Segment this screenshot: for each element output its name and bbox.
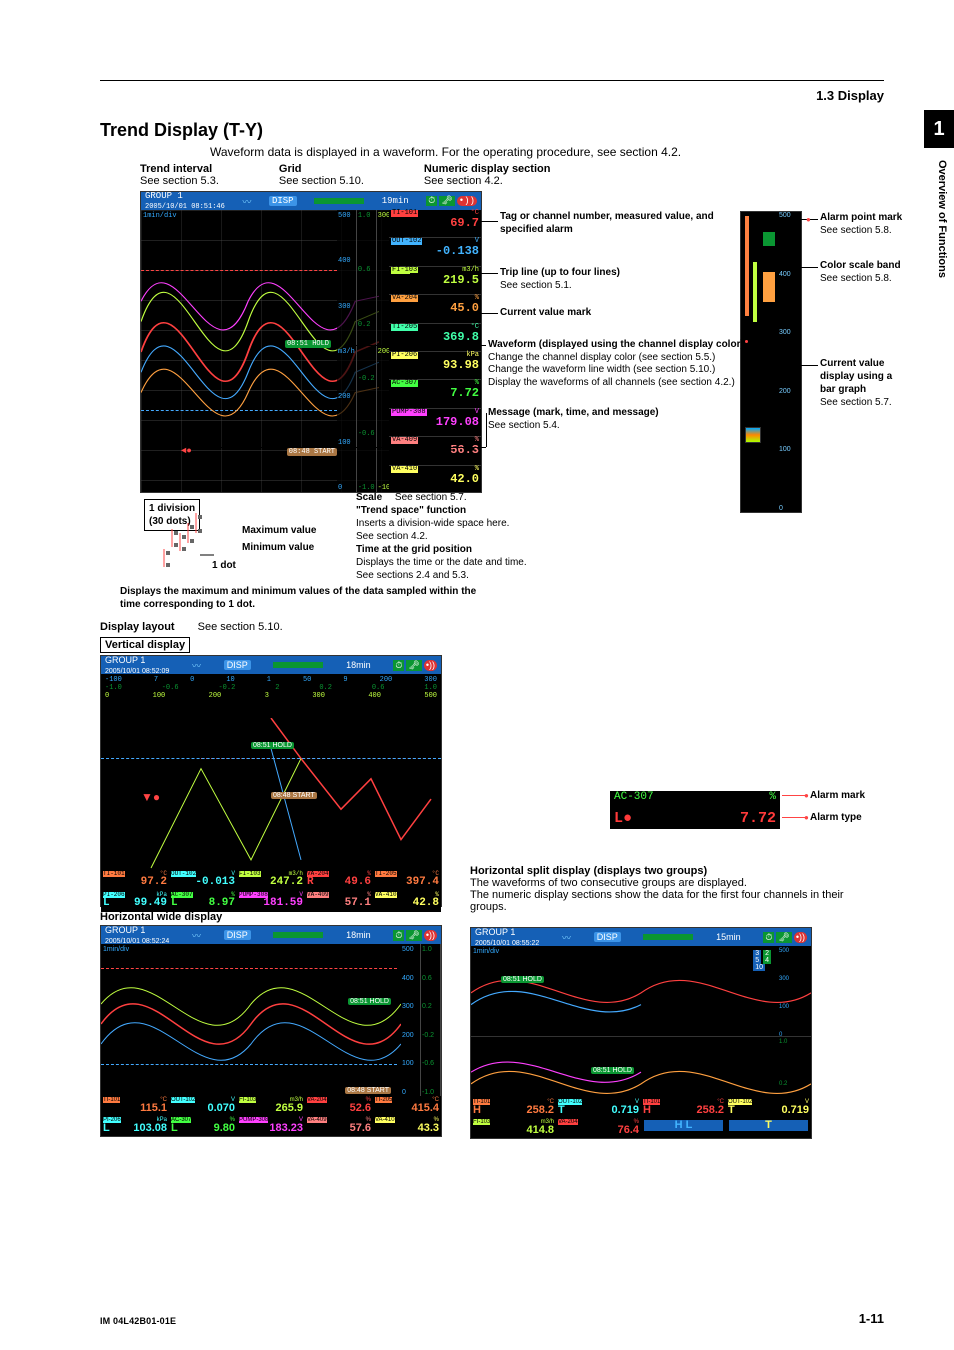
top-rule (100, 80, 884, 81)
chapter-tab: 1 (924, 110, 954, 148)
figure-main: GROUP 12005/10/01 08:51:46 〰 DISP 19min … (100, 191, 904, 611)
rec-icon: •)) (457, 196, 477, 206)
alarm-type-label: Alarm type (810, 811, 862, 824)
numeric-panel: TI-101°C69.7OUT-102V-0.138FI-103m3/h219.… (389, 210, 481, 493)
key-icon: 🗝 (439, 196, 454, 206)
callout-color-band: Color scale bandSee section 5.8. (820, 259, 901, 285)
screen-titlebar: GROUP 12005/10/01 08:51:46 〰 DISP 19min … (141, 192, 481, 210)
callout-alm-point: Alarm point markSee section 5.8. (820, 211, 902, 237)
callout-max: Maximum value (242, 524, 316, 537)
alarm-block: AC-307% L● 7.72 (610, 791, 780, 829)
callout-tag: Tag or channel number, measured value, a… (500, 211, 730, 236)
grid-ref: See section 5.10. (279, 175, 364, 187)
footer-code: IM 04L42B01-01E (100, 1316, 176, 1326)
callout-min: Minimum value (242, 541, 314, 554)
callout-trip: Trip line (up to four lines)See section … (500, 267, 620, 292)
column-labels: Trend interval See section 5.3. Grid See… (140, 163, 904, 187)
vertical-display-screen: GROUP 12005/10/01 08:52:09 〰 DISP 18min … (100, 655, 442, 907)
start-flag: 08:48 START (287, 448, 337, 456)
scale-strip: 500400300m3/h2001000 1.00.60.2-0.2-0.6-1… (337, 210, 389, 493)
grid-label: Grid (279, 163, 302, 175)
bar-icon (314, 198, 364, 204)
disp-badge: DISP (269, 196, 297, 206)
footer-page: 1-11 (859, 1311, 884, 1326)
alm-point-dot: ● (806, 215, 811, 224)
group-label: GROUP 1 (145, 191, 183, 201)
interval-label: 19min (382, 196, 409, 206)
callout-msg: Message (mark, time, and message)See sec… (488, 407, 659, 432)
chapter-title: Overview of Functions (928, 160, 948, 278)
display-layout-line: Display layout See section 5.10. (100, 621, 904, 633)
callout-curval: Current value display using a bar graphS… (820, 357, 904, 409)
vertical-display-label: Vertical display (100, 637, 190, 653)
dot-diagram (160, 501, 240, 581)
numeric-section-label: Numeric display section (424, 163, 551, 175)
hsplit-caption: Horizontal split display (displays two g… (470, 865, 860, 913)
intro-text: Waveform data is displayed in a waveform… (210, 145, 904, 159)
callout-wave: Waveform (displayed using the channel di… (488, 339, 858, 389)
trend-interval-label: Trend interval (140, 163, 212, 175)
maxmin-desc: Displays the maximum and minimum values … (120, 585, 480, 611)
numeric-section-ref: See section 4.2. (424, 175, 503, 187)
start-marker: ◄● (181, 446, 192, 456)
clock-icon: ⏱ (426, 196, 437, 206)
hold-flag: 08:51 HOLD (285, 340, 331, 348)
hwide-screen: GROUP 12005/10/01 08:52:24 〰 DISP 18min … (100, 925, 442, 1137)
page-title: Trend Display (T-Y) (100, 120, 904, 141)
callout-curmark: Current value mark (500, 307, 591, 320)
hsplit-screen: GROUP 12005/10/01 08:55:22 〰 DISP 15min … (470, 927, 812, 1139)
trend-interval-ref: See section 5.3. (140, 175, 219, 187)
alarm-mark-label: Alarm mark (810, 789, 865, 802)
section-label: 1.3 Display (816, 88, 884, 103)
callout-scale: Scale See section 5.7. "Trend space" fun… (356, 491, 527, 582)
